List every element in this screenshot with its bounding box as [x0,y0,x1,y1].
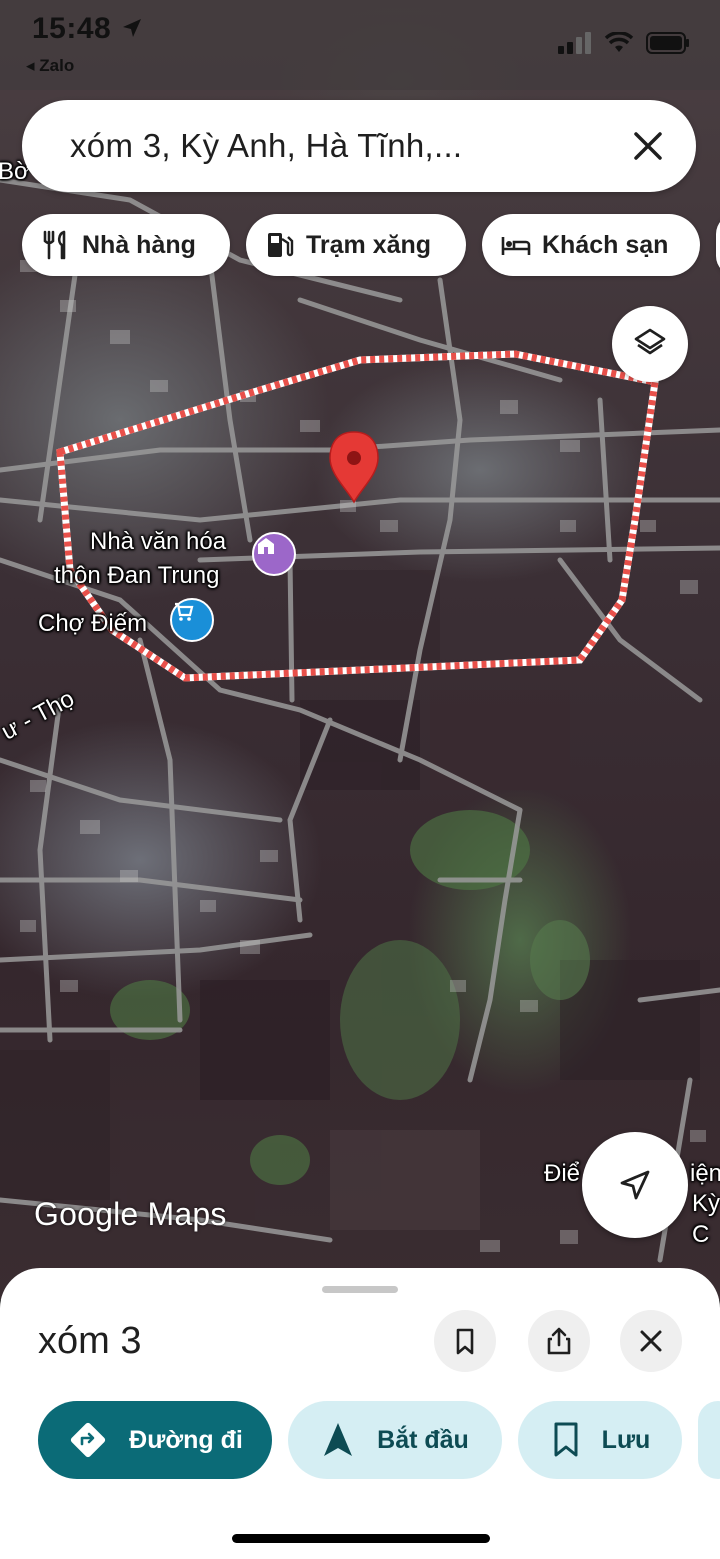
cellular-signal-icon [558,32,591,54]
map-label-market: Chợ Điếm [38,610,148,637]
map-label-cultural-house: Nhà văn hóa [90,526,226,557]
more-action-button[interactable] [698,1401,720,1479]
my-location-button[interactable] [582,1132,688,1238]
map-label-cultural-house-line1: Nhà văn hóa [90,528,227,555]
navigation-arrow-icon [620,1170,650,1200]
status-time-text: 15:48 [32,12,112,45]
hotel-icon [501,237,531,255]
start-label: Bắt đầu [377,1425,469,1454]
search-bar[interactable]: xóm 3, Kỳ Anh, Hà Tĩnh,... [22,100,696,192]
save-round-button[interactable] [434,1310,496,1372]
chip-gas-stations[interactable]: Trạm xăng [246,214,466,276]
navigation-arrow-icon [324,1423,353,1456]
place-bottom-sheet[interactable]: xóm 3 Đường đi Bắt đầu Lưu [0,1268,720,1559]
restaurant-icon [43,230,66,260]
wifi-icon [604,32,634,52]
share-button[interactable] [528,1310,590,1372]
status-time: 15:48 [32,12,144,46]
category-chips: Nhà hàng Trạm xăng Khách sạn [22,214,720,276]
start-button[interactable]: Bắt đầu [288,1401,502,1479]
chip-hotels[interactable]: Khách sạn [482,214,700,276]
close-icon [640,1330,662,1352]
home-indicator [232,1534,490,1543]
layers-button[interactable] [612,306,688,382]
satellite-map[interactable]: Bờ Nhà văn hóa thôn Đan Trung Chợ Điếm ư… [0,0,720,1300]
back-to-app-link[interactable]: ◂ Zalo [26,56,74,76]
map-label-bottom-right-2: iện [690,1160,720,1187]
gas-station-icon [268,233,294,257]
battery-icon [646,32,689,54]
location-pin[interactable] [329,431,379,504]
map-label-cultural-house-line2: thôn Đan Trung [54,562,220,589]
save-label: Lưu [601,1425,651,1454]
directions-button[interactable]: Đường đi [38,1401,272,1479]
bookmark-icon [456,1328,474,1355]
google-maps-watermark: Google Maps [34,1196,227,1232]
chip-restaurants[interactable]: Nhà hàng [22,214,230,276]
directions-icon [71,1422,106,1458]
chip-restaurants-label: Nhà hàng [82,230,196,259]
map-roads-layer [0,0,720,1263]
search-query[interactable]: xóm 3, Kỳ Anh, Hà Tĩnh,... [70,127,462,165]
close-sheet-button[interactable] [620,1310,682,1372]
close-icon[interactable] [626,124,670,168]
place-title: xóm 3 [38,1320,142,1362]
map-label-bottom-right-3: Kỳ C [692,1190,720,1248]
layers-icon [634,328,666,355]
map-label-bottom-right-1: Điể [544,1160,581,1187]
status-bar: 15:48 ◂ Zalo [0,0,720,90]
bookmark-icon [554,1422,578,1457]
sheet-drag-handle[interactable] [322,1286,398,1293]
shopping-cart-icon[interactable] [170,598,214,642]
location-arrow-icon [123,19,142,37]
status-icons [558,32,690,54]
chip-hotels-label: Khách sạn [542,230,669,259]
save-button[interactable]: Lưu [518,1401,682,1479]
cultural-house-poi-icon[interactable] [252,532,296,576]
share-icon [547,1327,571,1355]
chip-more[interactable] [716,214,720,276]
directions-label: Đường đi [129,1425,243,1454]
chip-gas-stations-label: Trạm xăng [306,230,432,259]
map-label-cultural-house-2: thôn Đan Trung [54,560,219,591]
